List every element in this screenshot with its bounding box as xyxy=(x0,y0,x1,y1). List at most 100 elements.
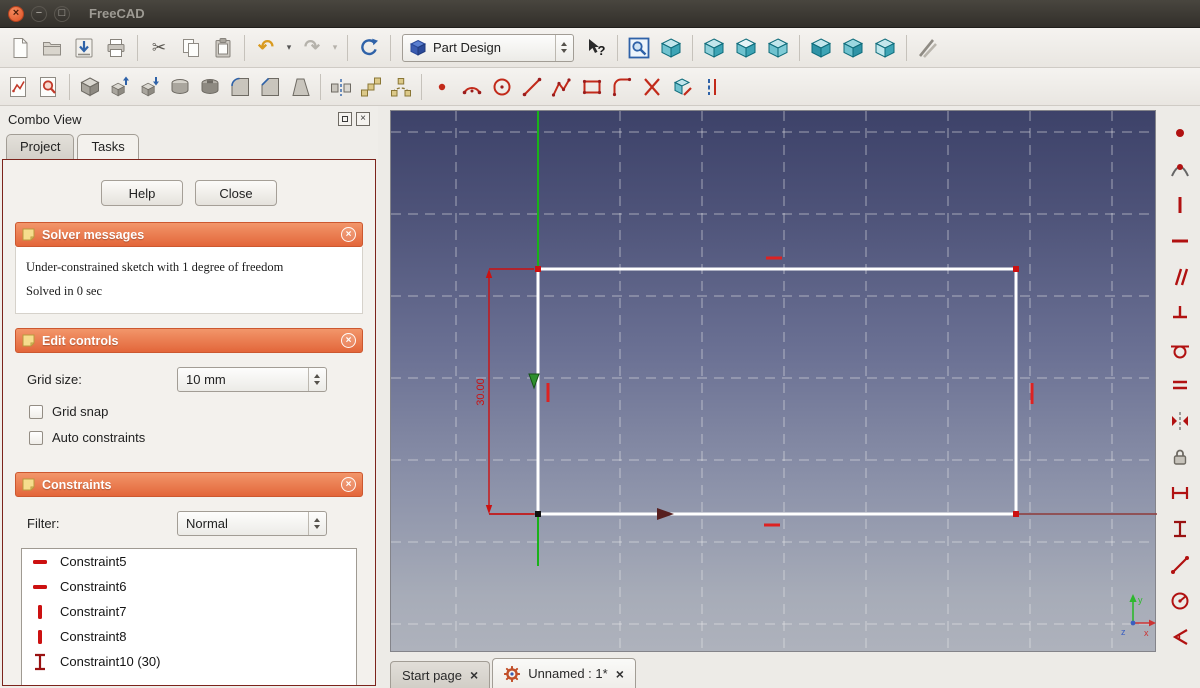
tab-unnamed-document[interactable]: Unnamed : 1* × xyxy=(492,658,636,688)
refresh-button[interactable] xyxy=(353,32,385,64)
collapse-section-icon[interactable]: × xyxy=(341,227,356,242)
tab-tasks[interactable]: Tasks xyxy=(77,134,139,159)
measure-distance-button[interactable] xyxy=(912,32,944,64)
constraint-symmetric-icon xyxy=(1172,412,1188,430)
refresh-icon xyxy=(361,38,378,55)
open-file-button[interactable] xyxy=(36,32,68,64)
front-view-button[interactable] xyxy=(698,32,730,64)
redo-button[interactable]: ↷ xyxy=(296,32,328,64)
constraint-point-on-object-button[interactable] xyxy=(1167,156,1193,182)
undo-button[interactable]: ↶ xyxy=(250,32,282,64)
workbench-selector[interactable]: Part Design xyxy=(402,33,574,62)
freecad-window: × − □ FreeCAD ✂ ↶ ▾ ↷ ▾ Part Design ? Co… xyxy=(0,0,1200,688)
float-panel-icon[interactable] xyxy=(338,112,352,126)
constraint-internal-angle-button[interactable] xyxy=(1167,624,1193,650)
left-view-button[interactable] xyxy=(869,32,901,64)
sketch-fillet-button[interactable] xyxy=(607,72,637,102)
constraint-tangent-button[interactable] xyxy=(1167,336,1193,362)
whats-this-button[interactable]: ? xyxy=(580,32,612,64)
mirrored-button[interactable] xyxy=(326,72,356,102)
list-item[interactable]: Constraint5 xyxy=(22,549,356,574)
arc-tool-icon xyxy=(462,86,482,94)
arc-tool-button[interactable] xyxy=(457,72,487,102)
constraint-horizontal-distance-button[interactable] xyxy=(1167,480,1193,506)
rear-view-button[interactable] xyxy=(805,32,837,64)
sketch-vertices[interactable] xyxy=(535,266,1019,517)
constraint-vertical-distance-button[interactable] xyxy=(1167,516,1193,542)
constraint-filter-select[interactable]: Normal xyxy=(177,511,327,536)
list-item[interactable]: Constraint6 xyxy=(22,574,356,599)
close-task-button[interactable]: Close xyxy=(195,180,277,206)
constraint-distance-button[interactable] xyxy=(1167,552,1193,578)
workbench-selector-value: Part Design xyxy=(433,40,501,55)
create-body-button[interactable] xyxy=(75,72,105,102)
list-item[interactable]: Constraint8 xyxy=(22,624,356,649)
constraint-lock-button[interactable] xyxy=(1167,444,1193,470)
axonometric-view-button[interactable] xyxy=(655,32,687,64)
sketch-rectangle[interactable] xyxy=(536,267,1018,516)
external-geometry-button[interactable] xyxy=(667,72,697,102)
edit-controls-header[interactable]: Edit controls × xyxy=(15,328,363,353)
rectangle-tool-button[interactable] xyxy=(577,72,607,102)
window-minimize-button[interactable]: − xyxy=(31,5,47,22)
window-title: FreeCAD xyxy=(89,6,145,21)
bottom-view-button[interactable] xyxy=(837,32,869,64)
revolution-button[interactable] xyxy=(165,72,195,102)
constraint-filter-value: Normal xyxy=(186,516,228,531)
window-maximize-button[interactable]: □ xyxy=(54,5,70,22)
close-panel-icon[interactable]: × xyxy=(356,112,370,126)
right-view-button[interactable] xyxy=(762,32,794,64)
grid-snap-checkbox[interactable] xyxy=(29,404,43,419)
list-item[interactable]: Constraint7 xyxy=(22,599,356,624)
new-file-button[interactable] xyxy=(4,32,36,64)
constraint-equal-button[interactable] xyxy=(1167,372,1193,398)
print-button[interactable] xyxy=(100,32,132,64)
auto-constraints-checkbox[interactable] xyxy=(29,430,43,445)
chamfer-button[interactable] xyxy=(255,72,285,102)
groove-button[interactable] xyxy=(195,72,225,102)
collapse-section-icon[interactable]: × xyxy=(341,477,356,492)
pad-button[interactable] xyxy=(105,72,135,102)
copy-button[interactable] xyxy=(175,32,207,64)
cut-button[interactable]: ✂ xyxy=(143,32,175,64)
constraints-header[interactable]: Constraints × xyxy=(15,472,363,497)
dimension-constraint[interactable]: 30.00 xyxy=(475,268,534,515)
constraint-perpendicular-button[interactable] xyxy=(1167,300,1193,326)
close-tab-icon[interactable]: × xyxy=(470,668,478,682)
solver-messages-header[interactable]: Solver messages × xyxy=(15,222,363,247)
linear-pattern-button[interactable] xyxy=(356,72,386,102)
collapse-section-icon[interactable]: × xyxy=(341,333,356,348)
polyline-tool-button[interactable] xyxy=(547,72,577,102)
fit-all-button[interactable] xyxy=(623,32,655,64)
trim-edge-button[interactable] xyxy=(637,72,667,102)
save-file-button[interactable] xyxy=(68,32,100,64)
line-tool-button[interactable] xyxy=(517,72,547,102)
grid-size-select[interactable]: 10 mm xyxy=(177,367,327,392)
pocket-button[interactable] xyxy=(135,72,165,102)
undo-dropdown-button[interactable]: ▾ xyxy=(282,32,296,64)
point-tool-button[interactable] xyxy=(427,72,457,102)
constraint-parallel-button[interactable] xyxy=(1167,264,1193,290)
fillet-button[interactable] xyxy=(225,72,255,102)
close-tab-icon[interactable]: × xyxy=(616,667,624,681)
help-button[interactable]: Help xyxy=(101,180,183,206)
redo-dropdown-button[interactable]: ▾ xyxy=(328,32,342,64)
polar-pattern-button[interactable] xyxy=(386,72,416,102)
viewport-3d[interactable]: 30.00 y x z xyxy=(390,110,1157,653)
top-view-button[interactable] xyxy=(730,32,762,64)
constraint-vertical-button[interactable] xyxy=(1167,192,1193,218)
circle-tool-button[interactable] xyxy=(487,72,517,102)
constraint-radius-button[interactable] xyxy=(1167,588,1193,614)
window-close-button[interactable]: × xyxy=(8,5,24,22)
constraint-coincident-button[interactable] xyxy=(1167,120,1193,146)
constraint-symmetric-button[interactable] xyxy=(1167,408,1193,434)
paste-button[interactable] xyxy=(207,32,239,64)
constraint-horizontal-button[interactable] xyxy=(1167,228,1193,254)
draft-button[interactable] xyxy=(285,72,315,102)
tab-start-page[interactable]: Start page × xyxy=(390,661,491,688)
tab-project[interactable]: Project xyxy=(6,134,75,159)
edit-sketch-button[interactable] xyxy=(34,72,64,102)
list-item[interactable]: Constraint10 (30) xyxy=(22,649,356,674)
create-sketch-button[interactable] xyxy=(4,72,34,102)
construction-mode-button[interactable] xyxy=(697,72,727,102)
